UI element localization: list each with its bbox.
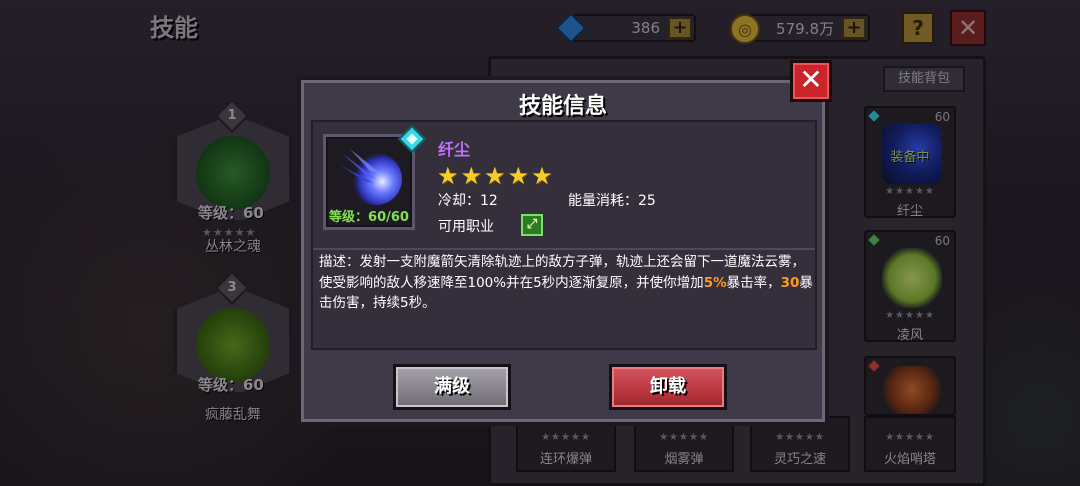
- dialog-title: 技能信息: [518, 94, 607, 119]
- max-level-button[interactable]: 满级: [393, 364, 511, 410]
- unequip-button[interactable]: 卸载: [609, 364, 727, 410]
- bow-class-icon: ⤢: [521, 214, 543, 236]
- cooldown-stat: 冷却：12: [438, 193, 498, 209]
- skill-stars: ★★★★★: [437, 162, 555, 190]
- rarity-gem-icon: [397, 124, 427, 154]
- skill-description: 描述：发射一支附魔箭矢清除轨迹上的敌方子弹，轨迹上还会留下一道魔法云雾，使受影响…: [319, 254, 813, 311]
- usable-class-label: 可用职业: [438, 219, 494, 235]
- dialog-close-button[interactable]: ✕: [790, 60, 832, 102]
- crit-rate-value: 5%: [703, 274, 727, 291]
- divider: [313, 248, 815, 250]
- skill-info-body: 等级：60/60 纤尘 ★★★★★ 冷却：12 能量消耗：25 可用职业 ⤢ 描…: [311, 120, 817, 350]
- energy-cost-stat: 能量消耗：25: [568, 193, 656, 209]
- skill-icon-frame: 等级：60/60: [323, 124, 427, 230]
- crit-damage-value: 30: [780, 274, 800, 291]
- skill-level: 等级：60/60: [329, 210, 409, 225]
- skill-info-dialog: 技能信息 ✕ 等级：60/60 纤尘 ★★★★★ 冷却：12 能量消耗：25 可…: [297, 60, 832, 426]
- skill-name: 纤尘: [438, 140, 471, 159]
- blue-arrow-mist-icon: [340, 149, 402, 205]
